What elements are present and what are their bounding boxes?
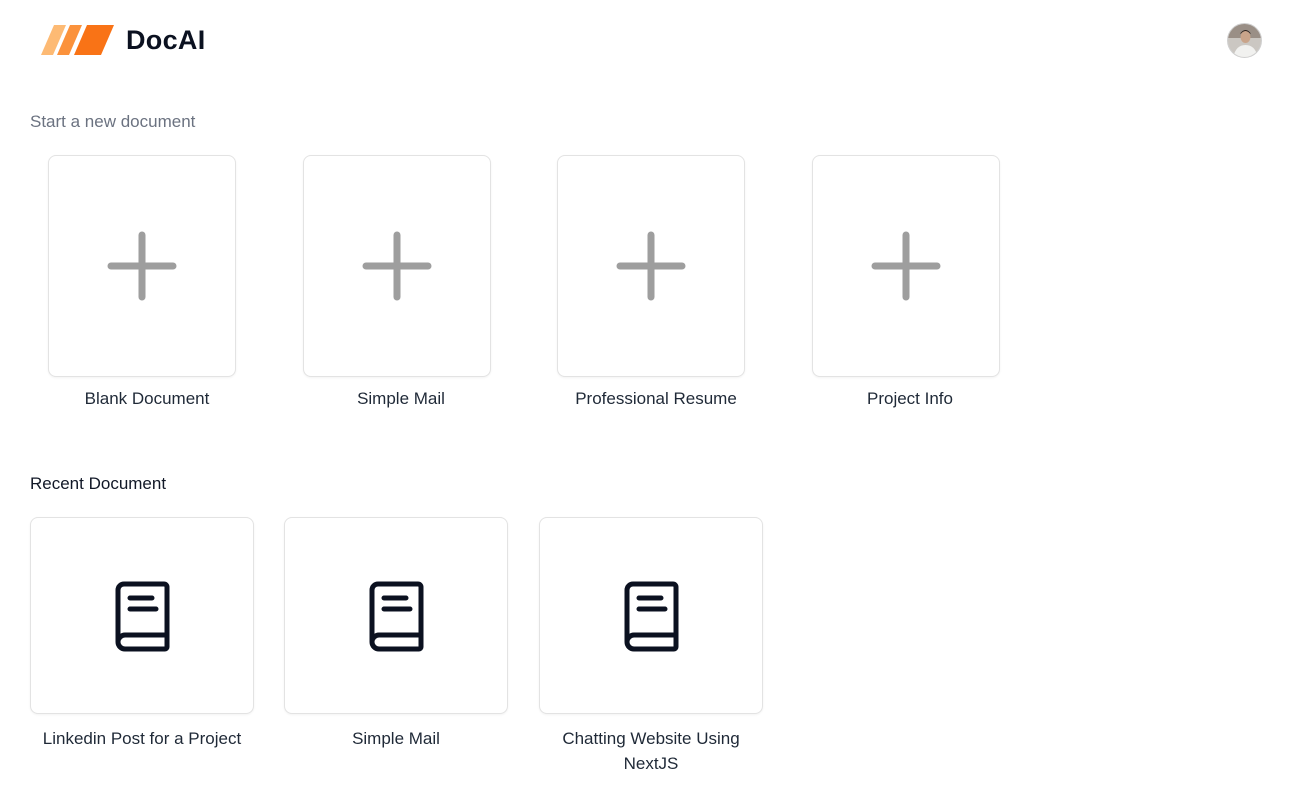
recent-document-card[interactable] xyxy=(539,517,763,714)
plus-icon xyxy=(871,231,941,301)
plus-icon xyxy=(616,231,686,301)
recent-document-label[interactable]: Linkedin Post for a Project xyxy=(27,726,257,751)
user-avatar-icon xyxy=(1228,24,1261,57)
recent-document-label[interactable]: Chatting Website Using NextJS xyxy=(536,726,766,776)
top-bar: DocAI xyxy=(0,0,1301,82)
book-icon xyxy=(115,581,170,651)
template-label[interactable]: Project Info xyxy=(790,389,1030,409)
template-card-blank-document[interactable] xyxy=(48,155,236,377)
docai-logo-icon xyxy=(41,25,114,55)
template-card-project-info[interactable] xyxy=(812,155,1000,377)
template-card-professional-resume[interactable] xyxy=(557,155,745,377)
user-avatar[interactable] xyxy=(1227,23,1262,58)
recent-document-card[interactable] xyxy=(30,517,254,714)
template-label[interactable]: Simple Mail xyxy=(281,389,521,409)
book-icon xyxy=(624,581,679,651)
new-document-heading: Start a new document xyxy=(30,112,196,131)
brand-logo[interactable]: DocAI xyxy=(40,22,206,58)
template-label[interactable]: Blank Document xyxy=(27,389,267,409)
recent-document-card[interactable] xyxy=(284,517,508,714)
recent-documents-heading: Recent Document xyxy=(30,474,167,493)
plus-icon xyxy=(107,231,177,301)
plus-icon xyxy=(362,231,432,301)
template-label[interactable]: Professional Resume xyxy=(536,389,776,409)
template-card-simple-mail[interactable] xyxy=(303,155,491,377)
brand-name: DocAI xyxy=(126,24,206,55)
recent-document-label[interactable]: Simple Mail xyxy=(281,726,511,751)
book-icon xyxy=(369,581,424,651)
